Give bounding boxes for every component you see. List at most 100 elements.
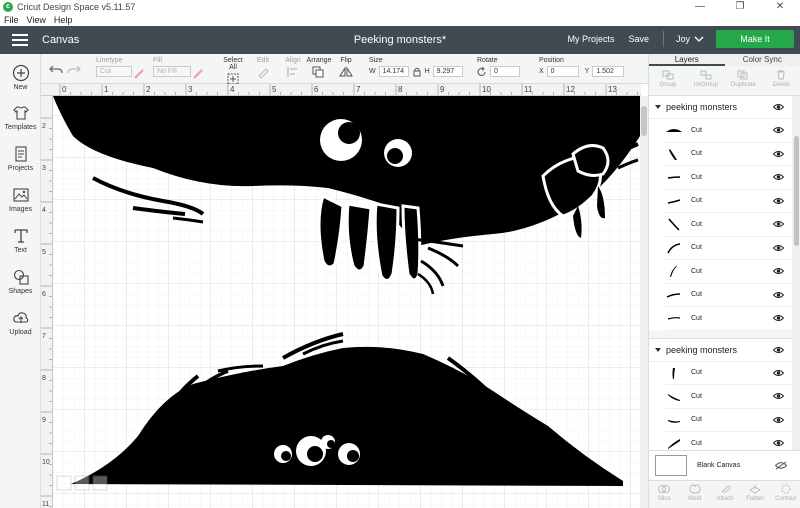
delete-button[interactable]: Delete [762,66,800,95]
menu-help[interactable]: Help [54,15,73,25]
zoom-controls[interactable] [56,475,108,491]
tab-layers[interactable]: Layers [649,54,725,66]
chevron-down-icon[interactable] [694,35,704,43]
layer-row[interactable]: Cut [665,237,792,260]
redo-button[interactable] [67,63,81,77]
attach-button[interactable]: Attach [710,481,740,508]
edit-button[interactable]: Edit [253,57,273,80]
edit-toolbar: Linetype Cut Fill No Fill Select All Edi… [41,54,648,87]
eye-icon[interactable] [773,439,784,447]
duplicate-button[interactable]: Duplicate [725,66,763,95]
my-projects-link[interactable]: My Projects [567,34,614,44]
menu-file[interactable]: File [4,15,19,25]
menu-view[interactable]: View [27,15,46,25]
eye-icon[interactable] [773,150,784,158]
linetype-color-icon[interactable] [134,69,144,79]
x-input[interactable]: 0 [546,66,579,77]
minimize-button[interactable]: — [680,0,720,13]
user-name[interactable]: Joy [676,34,690,44]
ungroup-button[interactable]: UnGroup [687,66,725,95]
eye-icon[interactable] [773,220,784,228]
layer-row[interactable]: Cut [665,409,792,432]
layer-row[interactable]: Cut [665,166,792,190]
y-input[interactable]: 1.502 [592,66,625,77]
eye-icon[interactable] [773,392,784,400]
linetype-control[interactable]: Linetype Cut [96,57,132,77]
eye-icon[interactable] [773,197,784,205]
hamburger-menu-icon[interactable] [12,34,28,46]
flip-button[interactable]: Flip [337,57,355,80]
blank-canvas-row[interactable]: Blank Canvas [649,450,800,480]
eye-hidden-icon[interactable] [775,461,787,470]
lock-icon[interactable] [413,67,421,77]
layer-row[interactable]: Cut [665,284,792,307]
eye-icon[interactable] [773,369,784,377]
maximize-button[interactable]: ❐ [720,0,760,13]
slice-button[interactable]: Slice [649,481,679,508]
layers-list: peeking monsters Cut Cut Cut Cut Cut Cut Cut Cu… [649,96,792,450]
sidebar-item-text[interactable]: Text [0,227,41,254]
rotate-input[interactable]: 0 [490,66,520,77]
fill-select[interactable]: No Fill [153,66,191,77]
sidebar-label-templates: Templates [4,124,37,131]
ungroup-icon [700,70,712,80]
layer-group-header[interactable]: peeking monsters [649,96,792,119]
layer-row[interactable]: Cut [665,385,792,409]
layer-row[interactable]: Cut [665,307,792,331]
flatten-button[interactable]: Flatten [740,481,770,508]
layer-operation-label: Cut [691,173,702,181]
save-link[interactable]: Save [628,34,649,44]
sidebar-item-templates[interactable]: Templates [0,104,41,131]
collapse-arrow-icon[interactable] [655,105,661,109]
eye-icon[interactable] [773,173,784,181]
eye-icon[interactable] [773,126,784,134]
design-canvas[interactable] [53,96,640,508]
duplicate-label: Duplicate [730,82,756,88]
layers-scroll-thumb[interactable] [794,136,799,246]
sidebar-item-shapes[interactable]: Shapes [0,268,41,295]
layer-group-header[interactable]: peeking monsters [649,339,792,362]
eye-icon[interactable] [773,267,784,275]
layer-row[interactable]: Cut [665,190,792,213]
contour-button[interactable]: Contour [771,481,800,508]
make-it-button[interactable]: Make It [716,30,794,48]
layers-scrollbar[interactable] [792,96,800,450]
canvas-scroll-thumb[interactable] [641,106,647,136]
group-button[interactable]: Group [649,66,687,95]
select-all-button[interactable]: Select All [219,57,247,87]
fill-color-icon[interactable] [193,69,203,79]
eye-icon[interactable] [773,244,784,252]
left-sidebar: New Templates Projects Images Text Shape… [0,54,41,508]
eye-icon[interactable] [773,103,784,111]
sidebar-item-upload[interactable]: Upload [0,309,41,336]
layer-row[interactable]: Cut [665,432,792,450]
tab-color-sync[interactable]: Color Sync [725,54,800,66]
canvas-vertical-scrollbar[interactable] [640,96,648,508]
undo-button[interactable] [49,63,63,77]
height-input[interactable]: 9.297 [432,66,463,77]
fill-control[interactable]: Fill No Fill [153,57,191,77]
sidebar-item-projects[interactable]: Projects [0,145,41,172]
eye-icon[interactable] [773,291,784,299]
align-button[interactable]: Align [284,57,302,80]
eye-icon[interactable] [773,346,784,354]
delete-label: Delete [772,82,790,88]
linetype-select[interactable]: Cut [96,66,132,77]
collapse-arrow-icon[interactable] [655,347,661,352]
sidebar-item-images[interactable]: Images [0,186,41,213]
eye-icon[interactable] [773,314,784,322]
layer-row[interactable]: Cut [665,362,792,385]
close-button[interactable]: ✕ [760,0,800,13]
ruler-tick-label: 3 [188,85,193,94]
arrange-button[interactable]: Arrange [306,57,332,80]
layer-row[interactable]: Cut [665,119,792,143]
slice-label: Slice [657,496,671,502]
eye-icon[interactable] [773,416,784,424]
layer-row[interactable]: Cut [665,260,792,284]
width-input[interactable]: 14.174 [378,66,409,77]
blank-canvas-swatch[interactable] [655,455,687,476]
sidebar-item-new[interactable]: New [0,64,41,91]
layer-row[interactable]: Cut [665,213,792,237]
weld-button[interactable]: Weld [679,481,709,508]
layer-row[interactable]: Cut [665,143,792,166]
